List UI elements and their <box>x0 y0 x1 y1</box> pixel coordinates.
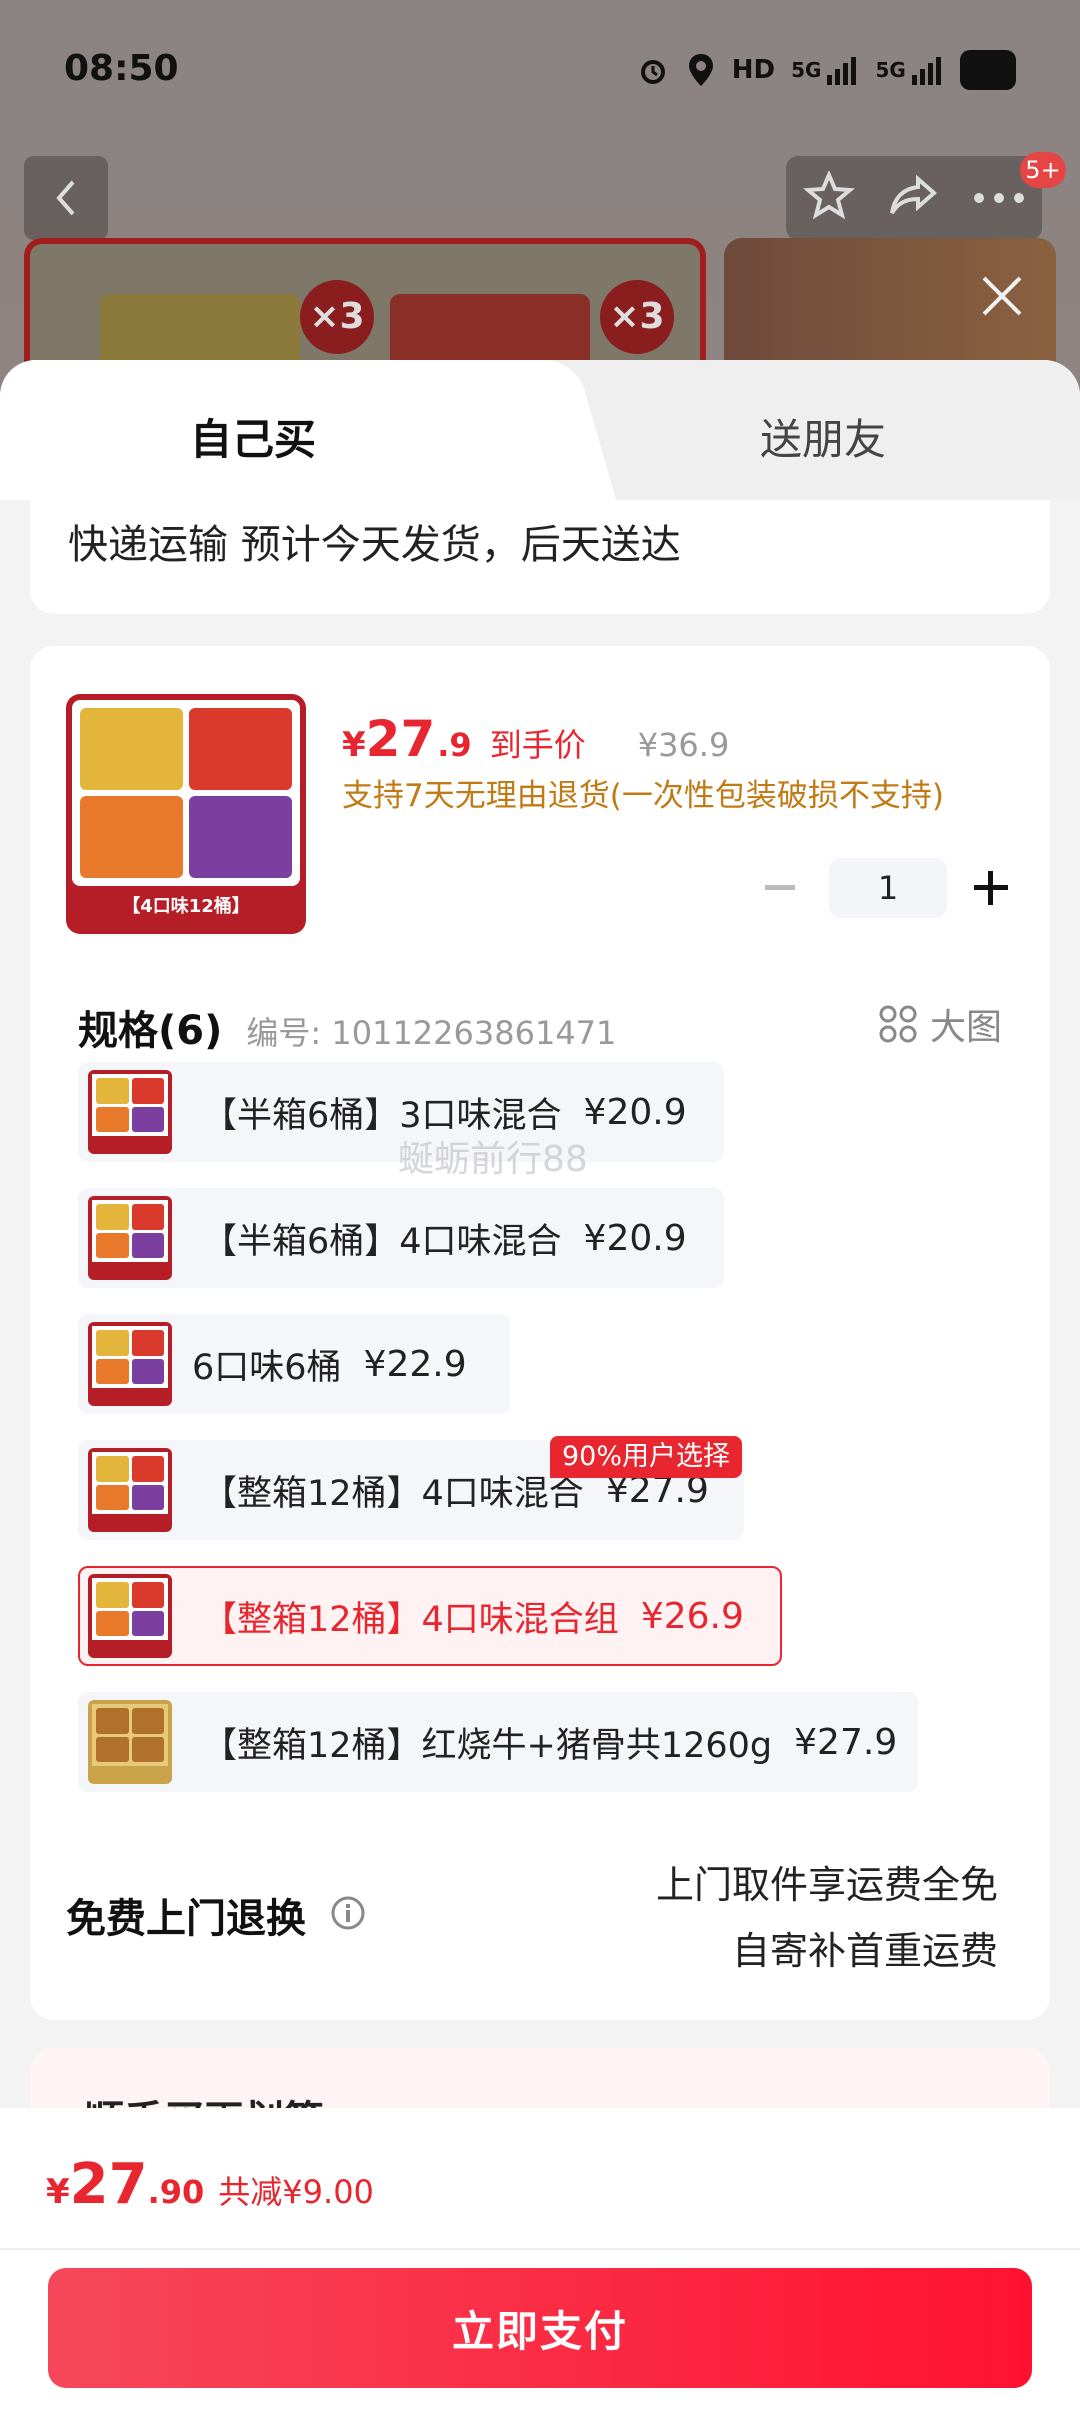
decrease-button[interactable] <box>750 858 809 918</box>
location-icon <box>686 50 716 90</box>
close-icon <box>982 276 1022 316</box>
option-label: 6口味6桶 <box>192 1347 342 1388</box>
grid-icon <box>879 1005 917 1043</box>
price-tag: 到手价 <box>489 726 586 764</box>
total-price: ¥ 27 .90 共减¥9.00 <box>46 2152 374 2217</box>
increase-button[interactable] <box>961 858 1020 918</box>
signal-5g-icon: 5G <box>791 50 859 90</box>
x3-badge: ×3 <box>600 280 674 354</box>
tab-send-friend[interactable]: 送朋友 <box>760 406 886 467</box>
battery-icon: 89 <box>959 50 1016 90</box>
share-icon[interactable] <box>888 173 940 223</box>
price-decimal: .9 <box>437 726 472 764</box>
option-price: ¥20.9 <box>583 1217 687 1259</box>
cart-badge: 5+ <box>1020 152 1066 188</box>
option-label: 【整箱12桶】红烧牛+猪骨共1260g <box>202 1725 773 1766</box>
x3-badge: ×3 <box>300 280 374 354</box>
minus-icon <box>764 885 795 890</box>
big-view-button[interactable]: 大图 <box>878 998 1002 1050</box>
price-integer: 27 <box>365 710 436 768</box>
option-price: ¥26.9 <box>640 1595 744 1637</box>
spec-option[interactable]: 【半箱6桶】4口味混合 ¥20.9 <box>78 1188 724 1288</box>
purchase-sheet: 自己买 送朋友 快递运输 预计今天发货，后天送达 【4口味12桶】 ¥ 27 .… <box>0 360 1080 2412</box>
free-return-line2: 自寄补首重运费 <box>731 1929 998 1973</box>
option-price: ¥27.9 <box>794 1721 898 1763</box>
option-label: 【半箱6桶】4口味混合 <box>202 1221 562 1262</box>
price-row: ¥ 27 .9 到手价 ¥36.9 <box>342 710 729 768</box>
spec-option[interactable]: 6口味6桶 ¥22.9 <box>78 1314 510 1414</box>
product-card: 【4口味12桶】 ¥ 27 .9 到手价 ¥36.9 支持7天无理由退货(一次性… <box>30 646 1050 2020</box>
total-currency: ¥ <box>46 2172 70 2212</box>
hd-icon: HD <box>731 55 776 85</box>
spec-header: 规格(6) 编号: 10112263861471 <box>78 998 616 1056</box>
more-icon[interactable] <box>973 189 1025 208</box>
signal-5g-icon-2: 5G <box>875 50 943 90</box>
popular-choice-tag: 90%用户选择 <box>550 1436 743 1478</box>
free-return-line1: 上门取件享运费全免 <box>655 1863 998 1907</box>
original-price: ¥36.9 <box>637 726 730 764</box>
total-decimal: .90 <box>147 2173 205 2211</box>
option-label: 【整箱12桶】4口味混合 <box>202 1473 584 1514</box>
back-button[interactable] <box>24 156 108 240</box>
option-label: 【整箱12桶】4口味混合组 <box>202 1599 619 1640</box>
info-icon[interactable] <box>330 1895 366 1935</box>
option-thumbnail <box>88 1070 172 1154</box>
free-return-row: 免费上门退换 <box>66 1886 366 1944</box>
big-view-label: 大图 <box>929 1007 1002 1048</box>
total-saving: 共减¥9.00 <box>218 2173 374 2211</box>
alarm-icon <box>636 50 670 90</box>
free-return-title: 免费上门退换 <box>66 1896 306 1942</box>
status-icons: HD 5G 5G 89 <box>636 48 1016 92</box>
option-thumbnail <box>88 1574 172 1658</box>
shipping-text: 快递运输 预计今天发货，后天送达 <box>68 522 681 568</box>
option-thumbnail <box>88 1700 172 1784</box>
status-bar: 08:50 HD 5G 5G 89 <box>0 0 1080 140</box>
option-thumbnail <box>88 1322 172 1406</box>
spec-title: 规格(6) <box>78 1008 223 1054</box>
total-integer: 27 <box>69 2152 148 2217</box>
spec-option-selected[interactable]: 【整箱12桶】4口味混合组 ¥26.9 <box>78 1566 782 1666</box>
thumbnail-caption: 【4口味12桶】 <box>122 896 250 917</box>
chevron-left-icon <box>56 180 75 216</box>
close-sheet-button[interactable] <box>970 264 1034 328</box>
option-price: ¥20.9 <box>583 1091 687 1133</box>
pay-now-button[interactable]: 立即支付 <box>48 2268 1032 2388</box>
free-return-details: 上门取件享运费全免 自寄补首重运费 <box>656 1852 998 1984</box>
favorite-star-icon[interactable] <box>802 169 855 225</box>
plus-icon <box>973 871 1008 905</box>
quantity-value[interactable]: 1 <box>829 858 947 918</box>
watermark-text: 蜒蛎前行88 <box>398 1139 588 1180</box>
option-thumbnail <box>88 1448 172 1532</box>
spec-code: 编号: 10112263861471 <box>246 1014 617 1052</box>
price-currency: ¥ <box>342 725 366 765</box>
spec-option[interactable]: 【整箱12桶】红烧牛+猪骨共1260g ¥27.9 <box>78 1692 918 1792</box>
divider <box>0 2248 1080 2250</box>
status-time: 08:50 <box>64 48 179 89</box>
tab-buy-self[interactable]: 自己买 <box>190 406 316 467</box>
checkout-footer: ¥ 27 .90 共减¥9.00 立即支付 <box>0 2108 1080 2412</box>
option-thumbnail <box>88 1196 172 1280</box>
return-policy-note: 支持7天无理由退货(一次性包装破损不支持) <box>342 778 944 814</box>
quantity-stepper: 1 <box>750 858 1020 918</box>
product-thumbnail[interactable]: 【4口味12桶】 <box>66 694 306 934</box>
tab-bar: 自己买 送朋友 <box>0 360 1080 500</box>
option-price: ¥22.9 <box>363 1343 467 1385</box>
top-actions <box>786 156 1042 240</box>
